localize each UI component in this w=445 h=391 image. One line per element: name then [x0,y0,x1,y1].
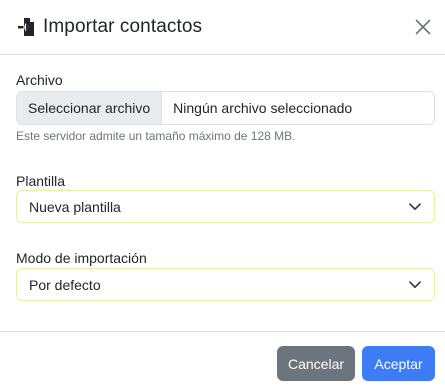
cancel-button[interactable]: Cancelar [277,346,355,381]
chevron-down-icon [408,200,422,214]
import-mode-label: Modo de importación [16,250,147,266]
dialog-footer: Cancelar Aceptar [0,331,445,391]
file-help-text: Este servidor admite un tamaño máximo de… [16,129,296,143]
import-mode-select[interactable]: Por defecto [16,268,435,301]
file-input[interactable]: Seleccionar archivo Ningún archivo selec… [16,91,435,125]
file-label: Archivo [16,72,63,88]
template-selected-value: Nueva plantilla [29,198,121,215]
template-label: Plantilla [16,173,66,189]
accept-button[interactable]: Aceptar [362,346,435,381]
dialog-title: Importar contactos [43,16,203,37]
chevron-down-icon [408,278,422,292]
file-import-icon [16,17,36,37]
close-icon[interactable] [411,15,435,39]
select-file-button[interactable]: Seleccionar archivo [17,92,163,124]
import-contacts-dialog: Importar contactos Archivo Seleccionar a… [0,0,445,391]
template-select[interactable]: Nueva plantilla [16,190,435,223]
file-status-text: Ningún archivo seleccionado [173,100,353,116]
import-mode-selected-value: Por defecto [29,276,101,293]
dialog-header: Importar contactos [0,0,445,55]
